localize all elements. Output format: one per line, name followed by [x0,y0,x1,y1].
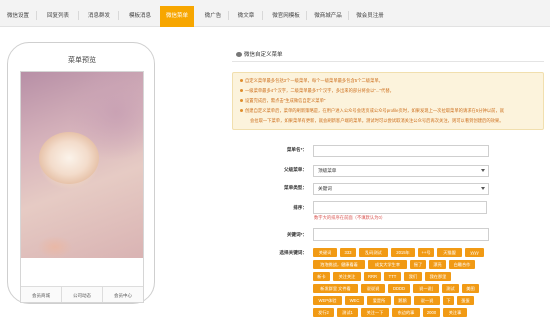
preview-title: 菜单预览 [68,57,96,64]
bullet-icon [240,79,243,83]
sort-input[interactable] [313,201,487,214]
chevron-down-icon [481,187,485,190]
keyword-chip[interactable]: 白雕合作 [449,260,475,269]
keyword-chip[interactable]: 爱是所 [367,296,391,305]
keyword-chip[interactable]: 关注关注 [333,272,361,281]
keyword-chip[interactable]: 新卡 [313,272,330,281]
bullet-icon [240,99,243,103]
keyword-chip[interactable]: 乱码测试 [359,248,388,257]
keyword-chip[interactable]: 说说说 [361,284,385,293]
parent-menu-select[interactable]: 顶级菜单 [313,165,489,177]
keyword-chip[interactable]: ++号 [418,248,434,257]
bullet-icon [240,89,243,93]
preview-menu-bar: 会员商城 公司动态 会员中心 [21,286,143,302]
keyword-chip[interactable]: 测试 [442,284,459,293]
keyword-chip[interactable]: TTT [384,272,401,281]
menu-name-input[interactable] [313,145,489,157]
notice-item: 自定义菜单最多包括3个一级菜单，每个一级菜单最多包含5个二级菜单。 [240,78,383,84]
pane-title-text: 微信自定义菜单 [244,52,283,58]
notice-item: 设置完成后，需点击"生成微信自定义菜单" [240,98,325,104]
keyword-chip[interactable]: 我在那里 [425,272,451,281]
tab-ads[interactable]: 微广告 [198,0,228,27]
pane-title: 微信自定义菜单 [236,50,283,58]
keyword-chip[interactable]: 发行2 [313,308,334,317]
preview-menu-item[interactable]: 会员商城 [21,287,61,302]
parent-menu-label: 父级菜单： [284,167,307,172]
menu-name-label: 菜单名*： [286,147,307,152]
keyword-chip[interactable]: 新发群里 文件看 [313,284,358,293]
notice-text: 设置完成后，需点击"生成微信自定义菜单" [245,98,326,103]
bullet-icon [240,109,243,113]
tab-wechat-settings[interactable]: 微信设置 [0,0,36,27]
keyword-chip[interactable]: 2000 [423,308,440,317]
keyword-chip[interactable]: 关注事 [443,308,467,317]
notice-text: 会拉取一下菜单，如果菜单有更新，就会刷新客户端的菜单。测试时可以尝试取消关注公众… [250,118,504,123]
tab-broadcast[interactable]: 消息群发 [80,0,118,27]
notice-text: 一级菜单最多4个汉字，二级菜单最多7个汉字，多出来的部分将会以"..."代替。 [245,88,394,93]
nav-divider [78,11,79,20]
keyword-chip[interactable]: 下 [443,296,454,305]
tab-mall-products[interactable]: 微商城产品 [308,0,348,27]
keyword-chip[interactable]: 成女大学生幸 [368,260,407,269]
keyword-chip[interactable]: 关键词 [313,248,337,257]
keyword-chip[interactable]: 测试1 [337,308,358,317]
tab-template-message[interactable]: 模板消息 [120,0,160,27]
keyword-chip[interactable]: WEC [345,296,364,305]
top-nav: 微信设置 回复列表 消息群发 模板消息 微信菜单 微广告 微文章 微官网模板 微… [0,0,550,27]
keyword-chip[interactable]: 东边的事 [392,308,420,317]
chevron-down-icon [481,169,485,172]
parent-menu-value: 顶级菜单 [318,168,337,173]
tab-wechat-menu[interactable]: 微信菜单 [160,6,194,27]
keyword-input[interactable] [313,228,489,241]
keyword-chip[interactable]: 美图 [462,284,479,293]
select-keyword-label: 选择关键词： [279,250,307,255]
menu-type-label: 菜单类型： [284,185,307,190]
notice-item: 一级菜单最多4个汉字，二级菜单最多7个汉字，多出来的部分将会以"..."代替。 [240,88,394,94]
nav-divider [118,11,119,20]
keyword-chip[interactable]: RRR [364,272,381,281]
nav-divider [228,11,229,20]
keyword-chip[interactable]: 鹅鹅 [394,296,411,305]
keyword-chip[interactable]: 天猫盟 [437,248,462,257]
keyword-label: 关键词*： [286,232,307,237]
notice-text: 自定义菜单最多包括3个一级菜单，每个一级菜单最多包含5个二级菜单。 [245,78,383,83]
keyword-chip[interactable]: yyyy [465,248,484,257]
sort-hint: 数字大的排序在前面（不填默认为0） [314,215,386,220]
notice-item: 创建自定义菜单后，菜单的刷新策略是，在用户进入公众号会话页或公众号profile… [240,108,504,114]
nav-divider [262,11,263,20]
keyword-chip[interactable]: 说一说 [414,296,440,305]
tab-articles[interactable]: 微文章 [230,0,262,27]
phone-screen: 会员商城 公司动态 会员中心 [20,71,144,303]
keyword-chip[interactable]: 泡泡挑战，健康看着 [313,260,365,269]
notice-box: 自定义菜单最多包括3个一级菜单，每个一级菜单最多包含5个二级菜单。 一级菜单最多… [232,72,544,130]
keyword-chip[interactable]: 说一说| [413,284,439,293]
menu-type-select[interactable]: 关键词 [313,183,489,195]
keyword-chip[interactable]: 我们 [404,272,422,281]
keyword-chip[interactable]: DDDD [388,284,410,293]
preview-background-image [21,72,143,258]
keyword-chip[interactable]: 蛋蛋 [457,296,474,305]
keyword-chip[interactable]: WEP体验 [313,296,342,305]
keyword-chip[interactable]: 摇了 [410,260,426,269]
coffee-cup-image [39,132,99,184]
menu-type-value: 关键词 [318,186,332,191]
notice-text: 创建自定义菜单后，菜单的刷新策略是，在用户进入公众号会话页或公众号profile… [245,108,505,113]
tab-site-template[interactable]: 微官网模板 [266,0,306,27]
tab-reply-list[interactable]: 回复列表 [38,0,78,27]
chat-icon [236,52,242,58]
nav-divider [348,11,349,20]
keyword-chip[interactable]: 漂亮 [429,260,446,269]
keyword-chip[interactable]: 333 [340,248,356,257]
pane-divider [232,61,544,62]
keyword-chip[interactable]: 关注一下 [361,308,389,317]
nav-divider [36,11,37,20]
preview-menu-item[interactable]: 公司动态 [62,287,102,302]
phone-preview: 菜单预览 会员商城 公司动态 会员中心 [7,42,155,304]
preview-menu-item[interactable]: 会员中心 [103,287,143,302]
nav-divider [306,11,307,20]
keyword-chip[interactable]: 2015年 [391,248,415,257]
notice-item: 会拉取一下菜单，如果菜单有更新，就会刷新客户端的菜单。测试时可以尝试取消关注公众… [250,118,504,124]
sort-label: 排序： [293,205,307,210]
tab-member-register[interactable]: 微会员注册 [350,0,390,27]
